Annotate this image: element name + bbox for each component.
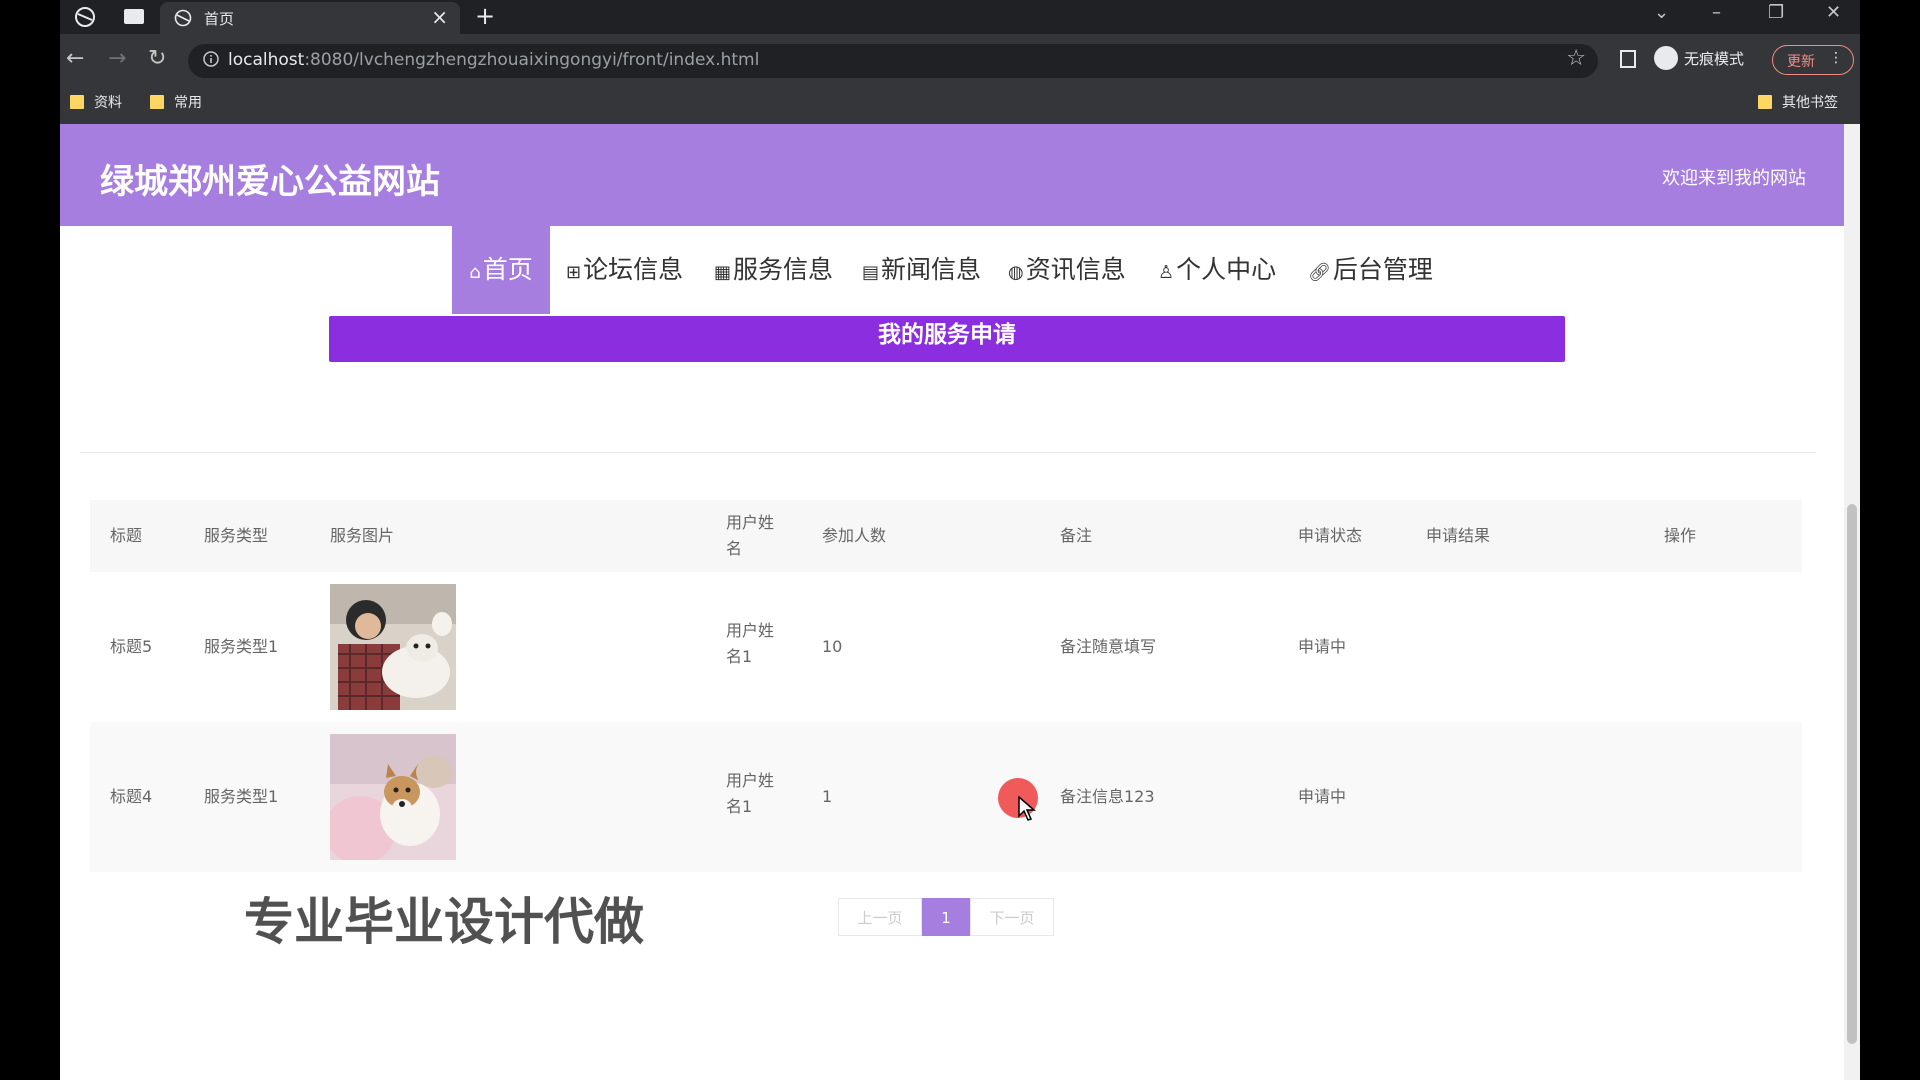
- side-panel-icon[interactable]: [1620, 50, 1636, 68]
- nav-label: 论坛信息: [583, 255, 684, 284]
- info-icon: ◍: [1008, 262, 1024, 283]
- back-icon[interactable]: ←: [66, 46, 84, 71]
- nav-label: 新闻信息: [881, 255, 982, 284]
- header-participants: 参加人数: [822, 526, 887, 545]
- tab-list-chevron-icon[interactable]: ⌄: [1654, 2, 1669, 23]
- page-1-button[interactable]: 1: [922, 898, 970, 936]
- watermark-text: 专业毕业设计代做: [244, 893, 644, 951]
- minimize-icon[interactable]: –: [1712, 2, 1721, 23]
- url-host: localhost: [228, 50, 305, 70]
- welcome-text: 欢迎来到我的网站: [1662, 168, 1806, 189]
- nav-info[interactable]: ◍资讯信息: [1008, 226, 1126, 314]
- close-tab-icon[interactable]: ×: [431, 5, 448, 29]
- header-action: 操作: [1664, 526, 1697, 545]
- header-service-type: 服务类型: [204, 526, 269, 545]
- nav-admin[interactable]: 🔗︎后台管理: [1308, 226, 1433, 314]
- nav-forum[interactable]: ⊞论坛信息: [566, 226, 683, 314]
- row-participants: 1: [822, 787, 833, 806]
- restore-icon[interactable]: ❐: [1768, 2, 1784, 23]
- header-user-name: 用户姓名: [726, 513, 775, 558]
- incognito-indicator[interactable]: 无痕模式: [1654, 46, 1744, 70]
- nav-news[interactable]: ▤新闻信息: [862, 226, 981, 314]
- left-black-bar: [0, 0, 60, 1080]
- site-title: 绿城郑州爱心公益网站: [100, 162, 440, 202]
- row-remark: 备注信息123: [1060, 787, 1155, 806]
- tab-search-icon[interactable]: [124, 9, 144, 24]
- other-bookmarks[interactable]: 其他书签: [1758, 92, 1838, 112]
- bookmark-folder-data[interactable]: 资料: [70, 92, 122, 112]
- update-button[interactable]: 更新 ⋮: [1772, 45, 1854, 75]
- row-service-type: 服务类型1: [204, 637, 279, 656]
- row-status: 申请中: [1298, 637, 1347, 656]
- next-page-button[interactable]: 下一页: [970, 898, 1054, 936]
- menu-dots-icon: ⋮: [1829, 50, 1843, 66]
- browser-tab[interactable]: 首页 ×: [160, 2, 460, 34]
- nav-label: 服务信息: [733, 255, 834, 284]
- new-tab-icon[interactable]: +: [475, 2, 495, 30]
- bookmark-star-icon[interactable]: ☆: [1566, 46, 1586, 71]
- news-icon: ▤: [862, 262, 880, 283]
- service-icon: ▦: [714, 262, 732, 283]
- other-bookmarks-label: 其他书签: [1782, 95, 1838, 111]
- folder-icon: [70, 95, 84, 109]
- user-icon: ♙: [1158, 262, 1175, 283]
- prev-page-button[interactable]: 上一页: [838, 898, 922, 936]
- bookmark-label: 常用: [174, 95, 202, 111]
- update-label: 更新: [1787, 54, 1815, 70]
- forward-icon[interactable]: →: [108, 46, 126, 71]
- folder-icon: [150, 95, 164, 109]
- right-black-bar: [1860, 0, 1920, 1080]
- header-result: 申请结果: [1426, 526, 1491, 545]
- nav-label: 首页: [482, 255, 533, 284]
- nav-label: 个人中心: [1176, 255, 1277, 284]
- table-row[interactable]: 标题4 服务类型1 用户姓名1 1 备注信息123 申请中: [90, 722, 1802, 872]
- link-icon: 🔗︎: [1308, 262, 1331, 283]
- row-status: 申请中: [1298, 787, 1347, 806]
- tab-title: 首页: [204, 10, 235, 28]
- header-service-image: 服务图片: [330, 526, 395, 545]
- service-photo-dog-cuddle[interactable]: [330, 734, 456, 860]
- row-user-name: 用户姓名1: [726, 621, 775, 666]
- table-row[interactable]: 标题5 服务类型1 用户姓名1 10 备注随意填写 申请中: [90, 572, 1802, 722]
- url-path: :8080/lvchengzhengzhouaixingongyi/front/…: [304, 50, 760, 70]
- window-close-icon[interactable]: ✕: [1826, 2, 1841, 23]
- bookmark-label: 资料: [94, 95, 122, 111]
- address-bar[interactable]: localhost:8080/lvchengzhengzhouaixingong…: [188, 44, 1598, 78]
- header-remark: 备注: [1060, 526, 1093, 545]
- folder-icon: [1758, 95, 1772, 109]
- section-banner: 我的服务申请: [329, 316, 1565, 362]
- header-title: 标题: [110, 526, 143, 545]
- table-header: 标题 服务类型 服务图片 用户姓名 参加人数 备注 申请状态 申请结果 操作: [90, 500, 1802, 572]
- row-title: 标题5: [110, 637, 153, 656]
- service-photo-person-with-dog[interactable]: [330, 584, 456, 710]
- nav-label: 后台管理: [1332, 255, 1433, 284]
- row-user-name: 用户姓名1: [726, 771, 775, 816]
- web-page: 绿城郑州爱心公益网站 欢迎来到我的网站 ⌂首页 ⊞论坛信息 ▦服务信息 ▤新闻信…: [60, 124, 1844, 1080]
- row-participants: 10: [822, 637, 843, 656]
- bookmark-folder-common[interactable]: 常用: [150, 92, 202, 112]
- incognito-icon: [1654, 46, 1678, 70]
- url-text[interactable]: localhost:8080/lvchengzhengzhouaixingong…: [228, 50, 759, 70]
- row-service-type: 服务类型1: [204, 787, 279, 806]
- browser-app-icon[interactable]: [74, 6, 96, 28]
- mouse-cursor-icon: [1018, 796, 1036, 821]
- row-remark: 备注随意填写: [1060, 637, 1157, 656]
- reload-icon[interactable]: ↻: [148, 46, 166, 71]
- scrollbar-thumb[interactable]: [1847, 504, 1857, 1044]
- nav-service[interactable]: ▦服务信息: [714, 226, 833, 314]
- incognito-label: 无痕模式: [1684, 50, 1745, 68]
- bookmarks-bar: [60, 88, 1860, 124]
- header-status: 申请状态: [1298, 526, 1363, 545]
- site-header: 绿城郑州爱心公益网站 欢迎来到我的网站: [60, 124, 1844, 226]
- nav-user-center[interactable]: ♙个人中心: [1158, 226, 1276, 314]
- site-info-icon[interactable]: [202, 50, 220, 68]
- divider: [80, 452, 1816, 453]
- globe-icon: [174, 9, 192, 27]
- nav-label: 资讯信息: [1025, 255, 1126, 284]
- row-title: 标题4: [110, 787, 153, 806]
- forum-icon: ⊞: [566, 262, 582, 283]
- nav-home[interactable]: ⌂首页: [452, 226, 550, 314]
- home-icon: ⌂: [469, 262, 481, 283]
